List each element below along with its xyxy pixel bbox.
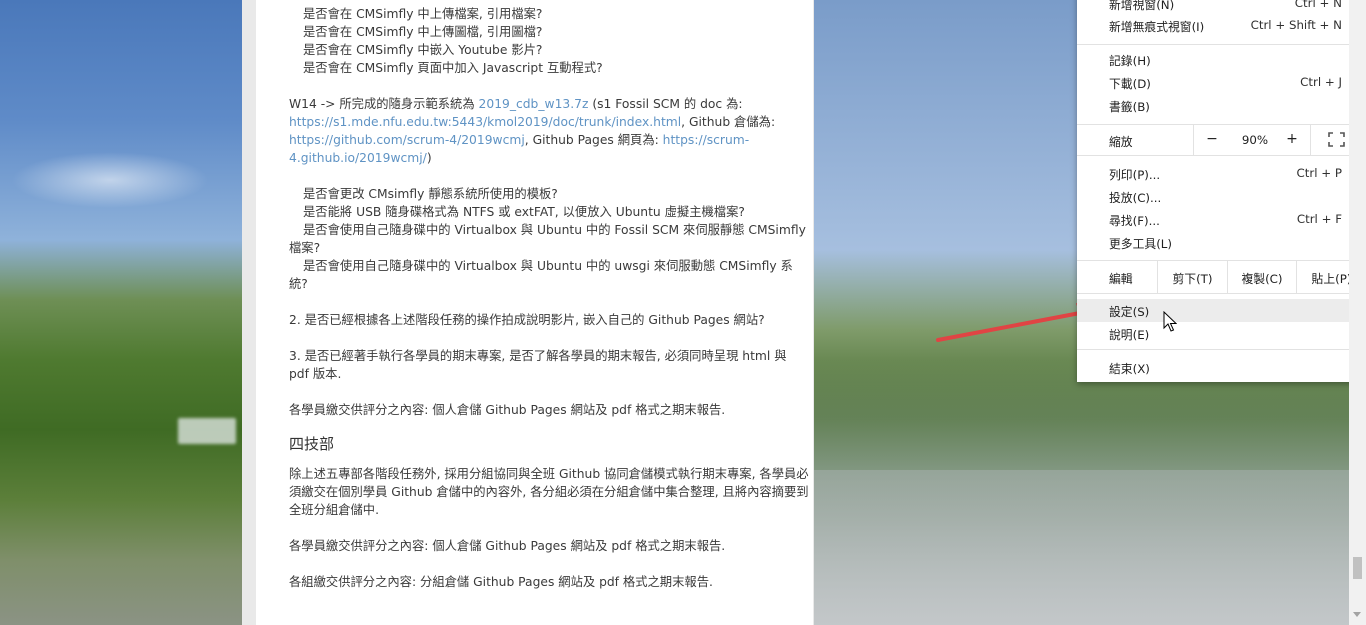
text-line: 是否會在 CMSimfly 頁面中加入 Javascript 互動程式? [303,61,603,75]
link-github-repo[interactable]: https://github.com/scrum-4/2019wcmj [289,133,525,147]
link-fossil-doc[interactable]: https://s1.mde.nfu.edu.tw:5443/kmol2019/… [289,115,681,129]
cut-button[interactable]: 剪下(T) [1157,261,1227,293]
page-content-area: 是否會在 CMSimfly 中上傳檔案, 引用檔案? 是否會在 CMSimfly… [256,0,813,625]
scroll-down-arrow-icon[interactable] [1353,612,1361,617]
menu-zoom-row: 縮放 − 90% + [1077,125,1366,155]
scrollbar-thumb[interactable] [1353,557,1362,579]
zoom-in-button[interactable]: + [1282,131,1302,147]
mouse-cursor-icon [1163,311,1177,332]
submission-note: 各學員繳交供評分之內容: 個人倉儲 Github Pages 網站及 pdf 格… [289,403,726,417]
submission-note: 各組繳交供評分之內容: 分組倉儲 Github Pages 網站及 pdf 格式… [289,575,713,589]
menu-exit[interactable]: 結束(X) [1077,356,1366,379]
fullscreen-icon[interactable] [1328,132,1345,147]
menu-history[interactable]: 記錄(H) [1077,48,1366,71]
menu-more-tools[interactable]: 更多工具(L) [1077,231,1366,254]
menu-new-window[interactable]: 新增視窗(N) Ctrl + N [1077,0,1366,15]
document-content: 是否會在 CMSimfly 中上傳檔案, 引用檔案? 是否會在 CMSimfly… [289,0,809,591]
menu-find[interactable]: 尋找(F)... Ctrl + F [1077,208,1366,231]
w14-paragraph: W14 -> 所完成的隨身示範系統為 2019_cdb_w13.7z (s1 F… [289,97,776,165]
text-line: 是否會使用自己隨身碟中的 Virtualbox 與 Ubuntu 中的 Foss… [289,223,806,255]
menu-print[interactable]: 列印(P)... Ctrl + P [1077,162,1366,185]
item-3: 3. 是否已經著手執行各學員的期末專案, 是否了解各學員的期末報告, 必須同時呈… [289,349,787,381]
link-2019-cdb-w13[interactable]: 2019_cdb_w13.7z [479,97,589,111]
zoom-level: 90% [1241,133,1269,147]
menu-cast[interactable]: 投放(C)... [1077,185,1366,208]
page-panel: 是否會在 CMSimfly 中上傳檔案, 引用檔案? 是否會在 CMSimfly… [242,0,814,625]
text-line: 是否會在 CMSimfly 中嵌入 Youtube 影片? [303,43,543,57]
menu-bookmarks[interactable]: 書籤(B) [1077,94,1366,117]
menu-settings[interactable]: 設定(S) [1077,299,1366,322]
text-line: 是否會在 CMSimfly 中上傳圖檔, 引用圖檔? [303,25,543,39]
submission-note: 各學員繳交供評分之內容: 個人倉儲 Github Pages 網站及 pdf 格… [289,539,726,553]
section-paragraph: 除上述五專部各階段任務外, 採用分組協同與全班 Github 協同倉儲模式執行期… [289,467,809,517]
text-line: 是否能將 USB 隨身碟格式為 NTFS 或 extFAT, 以便放入 Ubun… [303,205,745,219]
background-road [813,470,1366,625]
item-2: 2. 是否已經根據各上述階段任務的操作拍成說明影片, 嵌入自己的 Github … [289,313,765,327]
browser-menu: 新增視窗(N) Ctrl + N 新增無痕式視窗(I) Ctrl + Shift… [1077,0,1366,382]
copy-button[interactable]: 複製(C) [1227,261,1296,293]
background-sign [178,418,236,444]
page-scrollbar[interactable] [1349,0,1366,625]
text-line: 是否會更改 CMsimfly 靜態系統所使用的模板? [303,187,558,201]
zoom-out-button[interactable]: − [1202,131,1222,147]
zoom-controls: − 90% + [1193,125,1311,155]
text-line: 是否會使用自己隨身碟中的 Virtualbox 與 Ubuntu 中的 uwsg… [289,259,793,291]
text-line: 是否會在 CMSimfly 中上傳檔案, 引用檔案? [303,7,543,21]
menu-edit-row: 編輯 剪下(T) 複製(C) 貼上(P) [1077,261,1366,293]
menu-downloads[interactable]: 下載(D) Ctrl + J [1077,71,1366,94]
menu-new-incognito-window[interactable]: 新增無痕式視窗(I) Ctrl + Shift + N [1077,14,1366,37]
menu-help[interactable]: 說明(E) [1077,322,1366,345]
section-heading: 四技部 [289,435,335,453]
